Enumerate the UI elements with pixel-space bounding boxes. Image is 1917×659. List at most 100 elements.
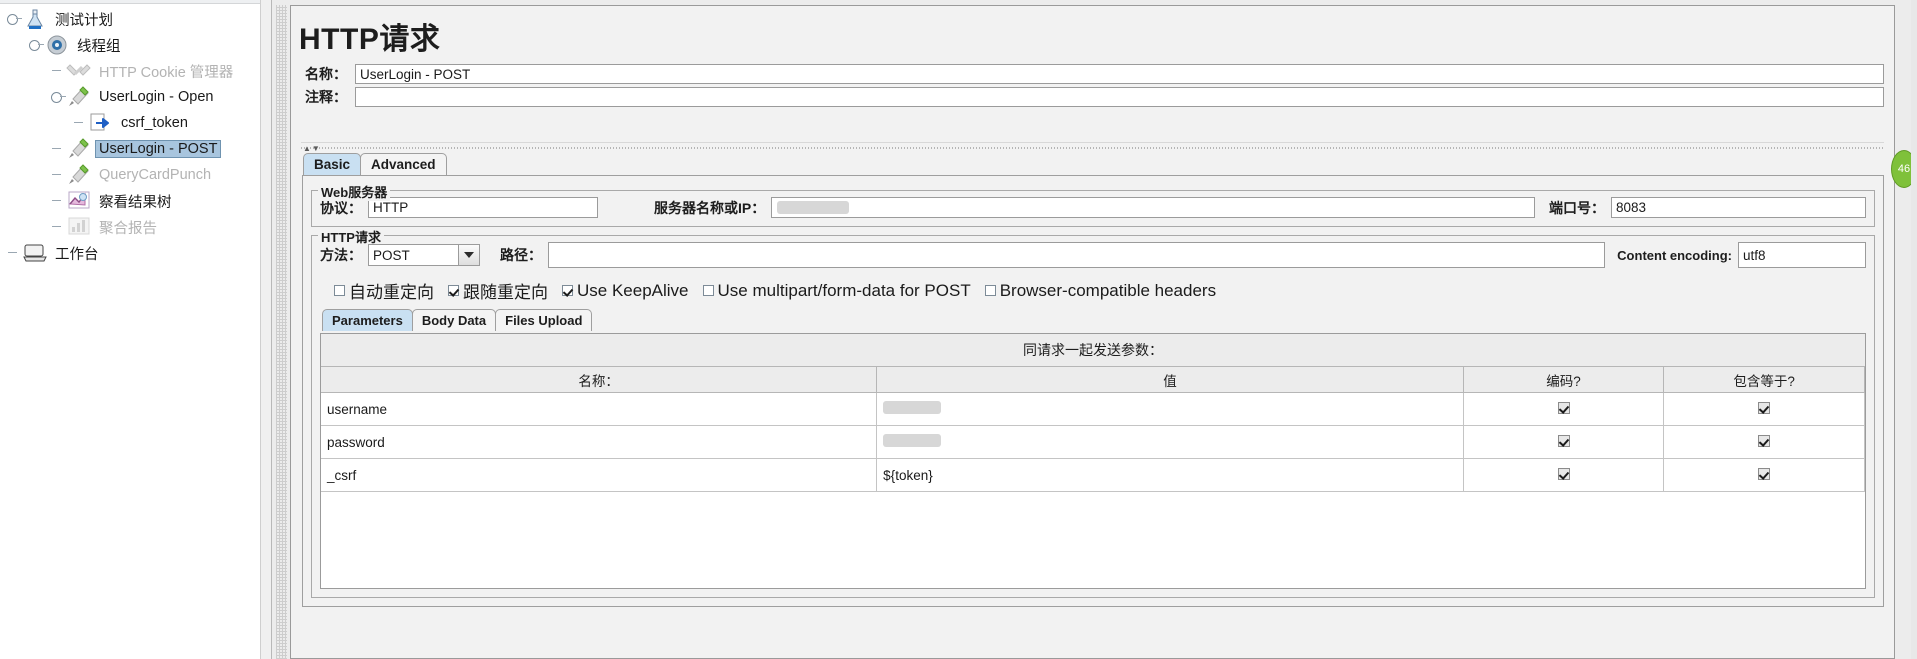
- option-checkbox[interactable]: Use multipart/form-data for POST: [702, 281, 971, 301]
- tree-branch-line: [50, 163, 66, 187]
- http-sampler-icon: [66, 137, 92, 161]
- panel-split-gutter[interactable]: [276, 5, 287, 659]
- test-plan-tree[interactable]: 测试计划线程组 HTTP Cookie 管理器 UserLogin - Open cs…: [0, 4, 271, 266]
- server-redaction-overlay: [777, 201, 850, 214]
- tab-body-data[interactable]: Body Data: [411, 309, 497, 331]
- tree-node[interactable]: 工作台: [0, 240, 271, 266]
- encode-checkbox-cell[interactable]: [1463, 425, 1665, 459]
- tree-scrollbar[interactable]: [260, 0, 271, 659]
- parameters-tabstrip[interactable]: Parameters Body Data Files Upload: [320, 309, 1866, 331]
- checkbox-checked-icon[interactable]: [1557, 401, 1570, 414]
- tree-node[interactable]: HTTP Cookie 管理器: [0, 58, 271, 84]
- basic-tab-body: Web服务器 协议： 服务器名称或IP： 端口号：: [302, 175, 1884, 607]
- column-header[interactable]: 名称：: [321, 366, 878, 393]
- tree-node-label: UserLogin - Open: [99, 89, 214, 105]
- table-row[interactable]: _csrf ${token}: [321, 458, 1865, 492]
- tree-expander-toggle[interactable]: [50, 85, 66, 109]
- column-header[interactable]: 值: [876, 366, 1464, 393]
- param-value-cell[interactable]: [876, 392, 1464, 426]
- option-checkbox[interactable]: Browser-compatible headers: [984, 281, 1216, 301]
- comment-field-row: 注释：: [291, 87, 1894, 107]
- param-name-cell[interactable]: username: [321, 392, 878, 426]
- tree-node-label: 察看结果树: [99, 194, 172, 211]
- checkbox-unchecked-icon[interactable]: [984, 285, 996, 296]
- parameters-empty-area[interactable]: [321, 492, 1865, 588]
- column-header[interactable]: 包含等于?: [1663, 366, 1865, 393]
- request-options-row[interactable]: 自动重定向 跟随重定向 Use KeepAlive Use multipart/for…: [334, 278, 1866, 303]
- element-editor-panel: HTTP请求 名称： 注释： ▲▼ BasicAdvanced Web服务器: [272, 0, 1917, 659]
- web-server-group: Web服务器 协议： 服务器名称或IP： 端口号：: [311, 182, 1875, 227]
- post-processor-icon: [88, 111, 114, 135]
- option-checkbox[interactable]: 跟随重定向: [448, 278, 548, 303]
- tree-node[interactable]: csrf_token: [0, 110, 271, 136]
- encode-checkbox-cell[interactable]: [1463, 392, 1665, 426]
- aggregate-report-icon: [66, 215, 92, 239]
- checkbox-checked-icon[interactable]: [562, 285, 573, 296]
- checkbox-checked-icon[interactable]: [448, 285, 459, 296]
- tree-node-label: 工作台: [55, 246, 99, 263]
- parameters-table[interactable]: 名称：值编码? 包含等于? username password _csrf ${toke…: [321, 366, 1865, 492]
- tree-node[interactable]: QueryCardPunch: [0, 162, 271, 188]
- method-selected-value: POST: [373, 247, 410, 263]
- jmeter-window: 测试计划线程组 HTTP Cookie 管理器 UserLogin - Open cs…: [0, 0, 1917, 659]
- tab-files-upload[interactable]: Files Upload: [495, 309, 593, 331]
- tree-expander-toggle[interactable]: [6, 7, 22, 31]
- editor-split-divider[interactable]: ▲▼: [301, 142, 1884, 153]
- tree-node[interactable]: UserLogin - Open: [0, 84, 271, 110]
- tree-node[interactable]: UserLogin - POST: [0, 136, 271, 162]
- path-input[interactable]: [548, 242, 1606, 268]
- protocol-input[interactable]: [368, 197, 598, 218]
- tree-node[interactable]: 测试计划: [0, 6, 271, 32]
- tab-advanced[interactable]: Advanced: [360, 153, 447, 175]
- checkbox-checked-icon[interactable]: [1557, 467, 1570, 480]
- option-label: 自动重定向: [349, 283, 434, 302]
- param-value-cell[interactable]: [876, 425, 1464, 459]
- tree-expander-toggle[interactable]: [28, 33, 44, 57]
- method-select[interactable]: POST: [368, 244, 480, 266]
- checkbox-checked-icon[interactable]: [1758, 467, 1771, 480]
- parameters-caption: 同请求一起发送参数：: [321, 334, 1865, 366]
- param-value-cell[interactable]: ${token}: [876, 458, 1464, 492]
- content-encoding-input[interactable]: [1738, 242, 1866, 268]
- encode-checkbox-cell[interactable]: [1463, 458, 1665, 492]
- option-label: 跟随重定向: [463, 283, 548, 302]
- column-header[interactable]: 编码?: [1463, 366, 1665, 393]
- tree-node[interactable]: 察看结果树: [0, 188, 271, 214]
- server-input[interactable]: [771, 197, 1535, 218]
- table-row[interactable]: password: [321, 425, 1865, 459]
- tree-node-label: 聚合报告: [99, 220, 157, 237]
- include-equals-checkbox-cell[interactable]: [1663, 425, 1865, 459]
- include-equals-checkbox-cell[interactable]: [1663, 392, 1865, 426]
- parameters-table-wrap: 同请求一起发送参数： 名称：值编码? 包含等于? username password…: [320, 333, 1866, 589]
- tree-node-label: 测试计划: [55, 12, 113, 29]
- name-input[interactable]: [355, 64, 1884, 84]
- tree-node[interactable]: 线程组: [0, 32, 271, 58]
- param-name-cell[interactable]: _csrf: [321, 458, 878, 492]
- main-tabstrip[interactable]: Basic Advanced: [291, 153, 1894, 175]
- http-sampler-icon: [66, 163, 92, 187]
- param-name-cell[interactable]: password: [321, 425, 878, 459]
- checkbox-unchecked-icon[interactable]: [334, 285, 345, 296]
- tab-parameters[interactable]: Parameters: [322, 309, 413, 331]
- include-equals-checkbox-cell[interactable]: [1663, 458, 1865, 492]
- checkbox-checked-icon[interactable]: [1758, 434, 1771, 447]
- option-checkbox[interactable]: 自动重定向: [334, 278, 434, 303]
- tree-node[interactable]: 聚合报告: [0, 214, 271, 240]
- checkbox-checked-icon[interactable]: [1557, 434, 1570, 447]
- split-collapse-arrows[interactable]: ▲▼: [303, 144, 321, 153]
- parameters-body[interactable]: username password _csrf ${token}: [321, 392, 1865, 492]
- thread-group-icon: [44, 33, 70, 57]
- option-checkbox[interactable]: Use KeepAlive: [562, 281, 689, 301]
- port-input[interactable]: [1611, 197, 1866, 218]
- test-plan-icon: [22, 7, 48, 31]
- comment-input[interactable]: [355, 87, 1884, 107]
- checkbox-checked-icon[interactable]: [1758, 401, 1771, 414]
- content-scrollbar[interactable]: [1911, 0, 1917, 659]
- method-label: 方法：: [320, 247, 362, 263]
- tree-node-label: HTTP Cookie 管理器: [99, 64, 234, 81]
- tree-branch-line: [72, 111, 88, 135]
- checkbox-unchecked-icon[interactable]: [702, 285, 714, 296]
- tab-basic[interactable]: Basic: [303, 153, 362, 175]
- table-row[interactable]: username: [321, 392, 1865, 426]
- chevron-down-icon[interactable]: [458, 245, 479, 265]
